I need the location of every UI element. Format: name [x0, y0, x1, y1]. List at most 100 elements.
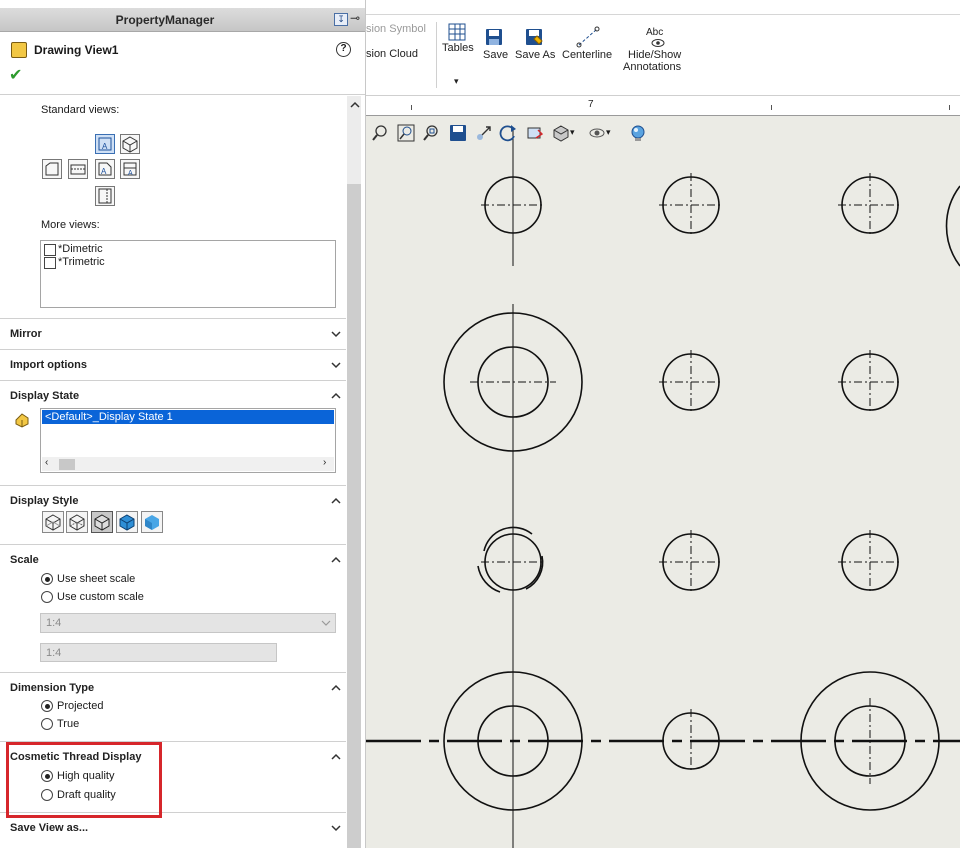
cosmetic-thread-arc [483, 526, 533, 552]
dock-icon[interactable]: ⊸ [350, 11, 360, 25]
display-state-list[interactable]: <Default>_Display State 1 ‹ › [40, 408, 336, 473]
ruler-tick [411, 105, 412, 110]
svg-text:A: A [101, 167, 107, 176]
partial-circle-edge [945, 185, 960, 267]
scale-text-field[interactable]: 1:4 [40, 643, 277, 662]
scroll-left-icon[interactable]: ‹ [45, 457, 48, 468]
tables-icon[interactable] [448, 23, 466, 41]
front-view-button[interactable]: A [95, 134, 115, 154]
ok-checkmark-icon[interactable]: ✔ [9, 65, 22, 85]
pan-icon[interactable] [475, 124, 493, 142]
list-item: *Dimetric [58, 243, 103, 255]
centerline-icon[interactable] [576, 26, 600, 48]
hide-show-annotations-button[interactable]: Hide/Show [628, 49, 681, 61]
standard-views-label: Standard views: [41, 104, 120, 116]
chevron-down-icon[interactable]: ▾ [570, 127, 588, 145]
section-header: Dimension Type [10, 682, 95, 694]
list-item: *Trimetric [58, 256, 105, 268]
left-view-button[interactable] [42, 159, 62, 179]
wireframe-style-button[interactable] [42, 511, 64, 533]
property-manager-titlebar: PropertyManager ↧ ⊸ [0, 8, 365, 32]
horizontal-ruler: 7 [366, 96, 960, 116]
use-sheet-scale-radio[interactable] [41, 573, 53, 585]
hidden-lines-visible-button[interactable] [66, 511, 88, 533]
more-views-list[interactable]: *Dimetric *Trimetric [40, 240, 336, 308]
save-view-icon[interactable] [449, 124, 467, 142]
horizontal-scrollbar[interactable] [42, 457, 334, 471]
section-header: Save View as... [10, 822, 89, 834]
panel-scrollbar-thumb[interactable] [347, 184, 361, 848]
chevron-down-icon [321, 618, 331, 631]
top-view-button[interactable] [68, 159, 88, 179]
chevron-down-icon[interactable] [330, 328, 342, 340]
shaded-button[interactable] [141, 511, 163, 533]
drawing-view-geometry [366, 130, 960, 848]
dimetric-checkbox[interactable] [44, 244, 56, 256]
svg-text:A: A [102, 142, 108, 151]
chevron-up-icon[interactable] [330, 390, 342, 402]
mirror-section[interactable]: Mirror [0, 318, 346, 350]
hide-show-annotations-label: Annotations [623, 61, 682, 73]
scrollbar-thumb[interactable] [59, 459, 75, 470]
chevron-up-icon[interactable] [330, 682, 342, 694]
toolbar-partial-label[interactable]: sion Cloud [366, 48, 418, 60]
projected-radio[interactable] [41, 700, 53, 712]
scroll-right-icon[interactable]: › [323, 457, 326, 468]
scale-dropdown-value: 1:4 [46, 617, 62, 629]
ruler-tick [771, 105, 772, 110]
zoom-area-icon[interactable] [397, 124, 415, 142]
scale-dropdown[interactable]: 1:4 [40, 613, 336, 633]
appearance-icon[interactable] [629, 124, 647, 142]
cosmetic-thread-arc [477, 565, 501, 593]
display-state-item: <Default>_Display State 1 [45, 411, 173, 423]
rotate-icon[interactable] [499, 124, 517, 142]
svg-text:A: A [128, 170, 133, 177]
chevron-down-icon[interactable] [330, 359, 342, 371]
drawing-canvas[interactable] [366, 116, 960, 848]
toolbar-partial-label[interactable]: sion Symbol [366, 23, 426, 35]
chevron-up-icon[interactable] [330, 751, 342, 763]
zoom-to-fit-icon[interactable] [371, 124, 389, 142]
chevron-down-icon[interactable]: ▾ [454, 76, 459, 87]
section-header: Display Style [10, 495, 79, 507]
ruler-label: 7 [588, 99, 594, 110]
trimetric-checkbox[interactable] [44, 257, 56, 269]
hidden-lines-removed-button[interactable] [91, 511, 113, 533]
chevron-down-icon[interactable]: ▾ [606, 127, 624, 145]
abc-label: Abc [646, 27, 664, 38]
tables-button[interactable]: Tables [442, 42, 474, 54]
true-radio[interactable] [41, 718, 53, 730]
property-manager-panel: PropertyManager ↧ ⊸ Drawing View1 ? ✔ St… [0, 0, 366, 848]
save-button[interactable]: Save [483, 49, 508, 61]
save-icon[interactable] [485, 28, 503, 46]
display-style-icon[interactable] [552, 124, 570, 142]
section-header: Display State [10, 390, 80, 402]
scroll-up-icon[interactable] [349, 99, 361, 111]
centerline-button[interactable]: Centerline [562, 49, 612, 61]
save-as-icon[interactable] [525, 28, 543, 46]
chevron-down-icon[interactable] [330, 822, 342, 834]
back-view-button[interactable]: A [120, 159, 140, 179]
section-header: Import options [10, 359, 87, 371]
display-state-icon [13, 411, 31, 432]
eye-icon[interactable] [651, 38, 665, 48]
use-custom-scale-radio[interactable] [41, 591, 53, 603]
use-custom-scale-label: Use custom scale [57, 591, 144, 603]
section-header: Scale [10, 554, 39, 566]
section-header: Mirror [10, 328, 42, 340]
chevron-up-icon[interactable] [330, 554, 342, 566]
property-manager-title: PropertyManager [115, 13, 215, 27]
hide-show-items-icon[interactable] [588, 124, 606, 142]
shaded-with-edges-button[interactable] [116, 511, 138, 533]
zoom-previous-icon[interactable] [422, 124, 440, 142]
help-icon[interactable]: ? [336, 42, 351, 57]
isometric-view-button[interactable] [120, 134, 140, 154]
chevron-up-icon[interactable] [330, 495, 342, 507]
save-as-button[interactable]: Save As [515, 49, 555, 61]
import-options-section[interactable]: Import options [0, 349, 346, 381]
bottom-view-button[interactable] [95, 186, 115, 206]
right-view-button[interactable]: A [95, 159, 115, 179]
pin-icon[interactable]: ↧ [334, 13, 348, 26]
more-views-label: More views: [41, 219, 100, 231]
view-orientation-icon[interactable] [526, 124, 544, 142]
